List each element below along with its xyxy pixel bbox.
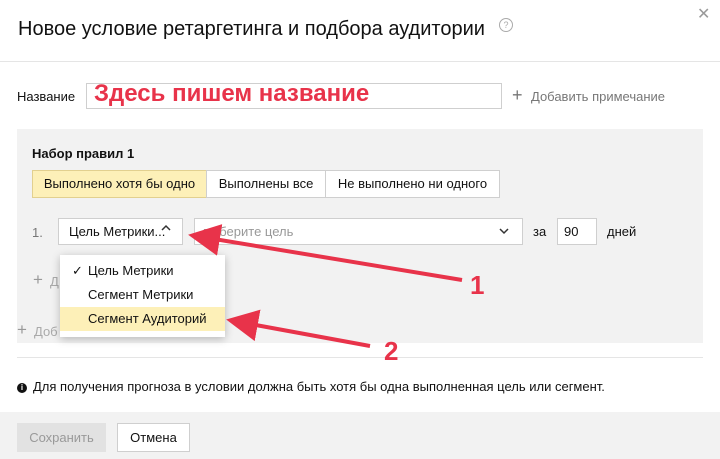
arrow-2 [226, 309, 371, 348]
annotation-arrows [188, 224, 463, 348]
annotation-number-2: 2 [384, 336, 399, 366]
annotation-number-1: 1 [470, 270, 485, 300]
arrow-1 [188, 224, 463, 282]
